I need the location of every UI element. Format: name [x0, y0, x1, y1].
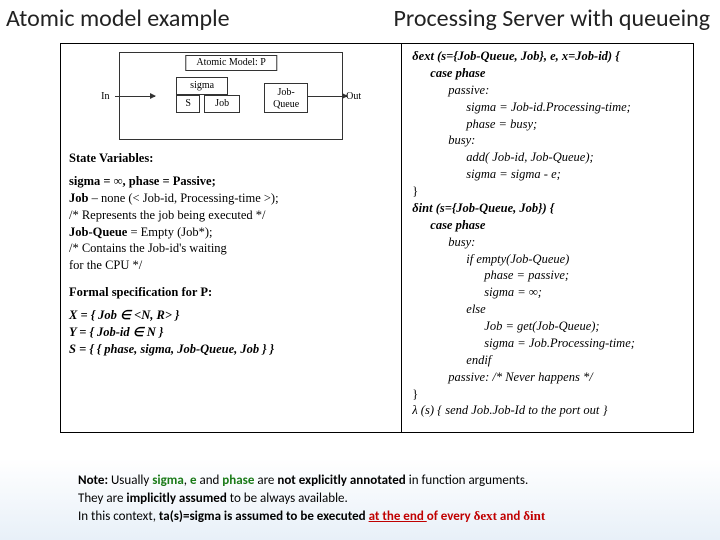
case-phase-1: case phase [430, 66, 485, 80]
dext-close: } [412, 183, 687, 200]
job-cell: Job [204, 95, 240, 113]
case-phase-2: case phase [430, 218, 485, 232]
formal-s: S = { { phase, sigma, Job-Queue, Job } } [69, 342, 274, 356]
note-line2: They are implicitly assumed to be always… [78, 490, 700, 508]
dext-signature: δext (s={Job-Queue, Job}, e, x=Job-id) { [412, 49, 619, 63]
arrow-out-icon [307, 96, 347, 97]
passive-stmt2: phase = busy; [412, 116, 687, 133]
delta-ext-icon: δext [474, 508, 497, 523]
else-stmt1: Job = get(Job-Queue); [412, 318, 687, 335]
in-port-label: In [101, 90, 109, 104]
state-variables-block: State Variables: sigma = ∞, phase = Pass… [69, 150, 393, 274]
else: else [412, 301, 687, 318]
if-stmt1: phase = passive; [412, 267, 687, 284]
lambda-fn: λ (s) { send Job.Job-Id to the port out … [412, 402, 687, 419]
else-stmt2: sigma = Job.Processing-time; [412, 335, 687, 352]
right-column: δext (s={Job-Queue, Job}, e, x=Job-id) {… [402, 44, 693, 432]
slide-header: Atomic model example Processing Server w… [0, 0, 720, 35]
content-frame: In Atomic Model: P sigma S Job Job-Queue… [60, 43, 694, 433]
sv-queue-label: Job-Queue [69, 225, 127, 239]
left-column: In Atomic Model: P sigma S Job Job-Queue… [61, 44, 402, 432]
case-passive: passive: [412, 82, 687, 99]
sv-line1: sigma = ∞, phase = Passive; [69, 174, 216, 188]
note-line1: Note: Usually sigma, e and phase are not… [78, 472, 700, 490]
sv-job-label: Job [69, 191, 88, 205]
model-diagram: In Atomic Model: P sigma S Job Job-Queue… [101, 52, 361, 140]
queue-cell: Job-Queue [264, 83, 308, 113]
dint-signature: δint (s={Job-Queue, Job}) { [412, 201, 554, 215]
title-left: Atomic model example [6, 4, 230, 33]
sv-job-desc: – none (< Job-id, Processing-time >); [88, 191, 278, 205]
delta-int-icon: δint [523, 508, 545, 523]
title-right: Processing Server with queueing [394, 4, 711, 33]
endif: endif [412, 352, 687, 369]
if-empty: if empty(Job-Queue) [412, 251, 687, 268]
passive-stmt1: sigma = Job-id.Processing-time; [412, 99, 687, 116]
sv-comment2a: /* Contains the Job-id's waiting [69, 240, 393, 257]
if-stmt2: sigma = ∞; [412, 284, 687, 301]
formal-x: X = { Job ∈ <N, R> } [69, 308, 179, 322]
sv-queue-desc: = Empty (Job*); [127, 225, 212, 239]
diagram-title-box: Atomic Model: P [185, 55, 276, 71]
int-case-passive: passive: /* Never happens */ [412, 369, 687, 386]
sigma-cell: sigma [176, 77, 228, 95]
sv-comment1: /* Represents the job being executed */ [69, 207, 393, 224]
s-cell: S [176, 95, 200, 113]
int-case-busy: busy: [412, 234, 687, 251]
dint-close: } [412, 386, 687, 403]
out-port-label: Out [346, 90, 361, 104]
formal-spec-block: Formal specification for P: X = { Job ∈ … [69, 284, 393, 358]
note-line3: In this context, ta(s)=sigma is assumed … [78, 507, 700, 526]
case-busy: busy: [412, 132, 687, 149]
formal-y: Y = { Job-id ∈ N } [69, 325, 163, 339]
busy-stmt2: sigma = sigma - e; [412, 166, 687, 183]
sv-comment2b: for the CPU */ [69, 257, 393, 274]
footnote: Note: Usually sigma, e and phase are not… [78, 472, 700, 526]
state-variables-heading: State Variables: [69, 150, 393, 167]
formal-spec-heading: Formal specification for P: [69, 284, 393, 301]
busy-stmt1: add( Job-id, Job-Queue); [412, 149, 687, 166]
